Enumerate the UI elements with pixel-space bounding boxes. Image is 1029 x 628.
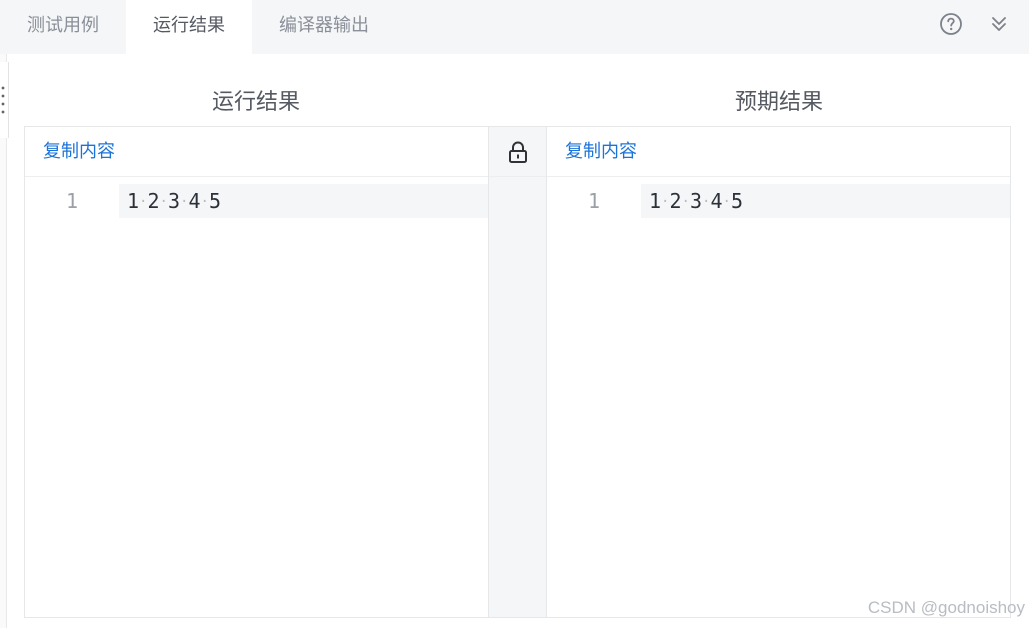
panel-resize-handle[interactable] (0, 62, 9, 138)
expected-pane-header: 复制内容 (547, 127, 1010, 177)
token: 3 (689, 189, 703, 213)
token: 5 (208, 189, 221, 213)
token: 4 (710, 189, 723, 213)
line-number: 1 (587, 189, 601, 213)
tab-test-cases[interactable]: 测试用例 (0, 0, 126, 54)
expected-pane-title: 预期结果 (734, 90, 823, 115)
expected-pane: 复制内容 1 1·2·3·4·5 (547, 127, 1010, 617)
tab-compiler-output[interactable]: 编译器输出 (252, 0, 396, 54)
tab-run-result[interactable]: 运行结果 (126, 0, 252, 54)
token: 3 (167, 189, 181, 213)
token: 5 (730, 189, 743, 213)
result-pane-header: 复制内容 (25, 127, 488, 177)
result-pane: 复制内容 1 1·2·3·4·5 (25, 127, 488, 617)
watermark: CSDN @godnoishoy (867, 598, 1025, 617)
token: 2 (669, 189, 682, 213)
double-chevron-down-icon[interactable] (986, 11, 1012, 37)
lock-icon[interactable] (507, 140, 529, 164)
token: 2 (147, 189, 160, 213)
result-code-line: 1 1·2·3·4·5 (25, 184, 488, 218)
token: 1 (649, 189, 662, 213)
copy-result-button[interactable]: 复制内容 (43, 139, 115, 165)
token: 1 (127, 189, 140, 213)
drag-dots-icon (1, 84, 5, 116)
line-content[interactable]: 1·2·3·4·5 (641, 184, 1010, 218)
line-number: 1 (65, 189, 79, 213)
expected-code-line: 1 1·2·3·4·5 (547, 184, 1010, 218)
sync-scroll-gutter (488, 127, 547, 617)
left-panel-edge (0, 54, 7, 628)
diff-viewer: 复制内容 1 1·2·3·4·5 复制内容 1 1·2·3·4·5 (24, 126, 1011, 618)
result-pane-title: 运行结果 (211, 90, 300, 115)
help-circle-icon[interactable] (938, 11, 964, 37)
tab-bar: 测试用例 运行结果 编译器输出 (0, 0, 1029, 54)
line-content[interactable]: 1·2·3·4·5 (119, 184, 488, 218)
token: 4 (188, 189, 201, 213)
copy-expected-button[interactable]: 复制内容 (565, 139, 637, 165)
